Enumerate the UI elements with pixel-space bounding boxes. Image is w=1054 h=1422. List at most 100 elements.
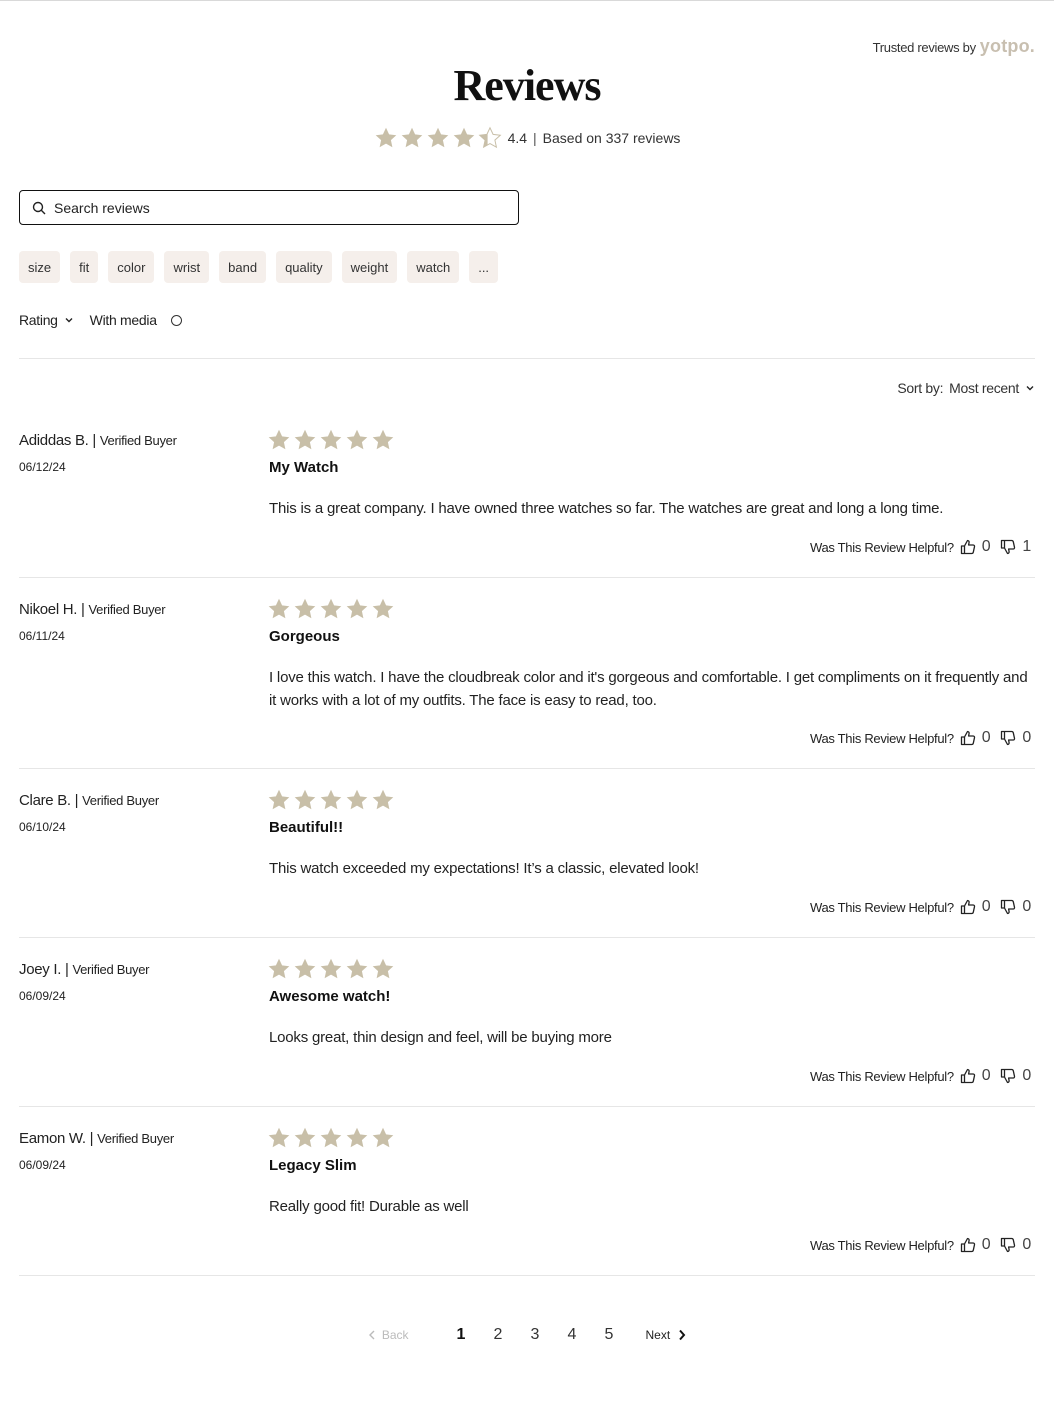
review-stars bbox=[267, 957, 395, 981]
upvote-count: 0 bbox=[981, 729, 991, 746]
page-number-4[interactable]: 4 bbox=[554, 1326, 591, 1344]
chevron-right-icon bbox=[679, 1329, 686, 1341]
star-icon bbox=[293, 788, 317, 812]
review-body: This watch exceeded my expectations! It’… bbox=[269, 860, 699, 877]
chevron-down-icon bbox=[65, 318, 73, 323]
thumbs-up-icon[interactable] bbox=[960, 1068, 976, 1084]
thumbs-down-icon[interactable] bbox=[1000, 899, 1016, 915]
helpful-label: Was This Review Helpful? bbox=[809, 539, 954, 555]
sort-value: Most recent bbox=[949, 380, 1019, 396]
search-box[interactable] bbox=[19, 190, 519, 225]
chevron-down-icon bbox=[1026, 386, 1034, 391]
thumbs-down-icon[interactable] bbox=[1000, 730, 1016, 746]
topic-chip[interactable]: quality bbox=[276, 251, 332, 283]
topic-filter-chips: size fit color wrist band quality weight watch.… bbox=[19, 251, 499, 283]
review-title: Gorgeous bbox=[269, 628, 340, 645]
star-icon bbox=[267, 597, 291, 621]
page-number-5[interactable]: 5 bbox=[591, 1326, 628, 1344]
topic-chip[interactable]: wrist bbox=[164, 251, 210, 283]
thumbs-up-icon[interactable] bbox=[960, 899, 976, 915]
topic-chip[interactable]: fit bbox=[70, 251, 99, 283]
review-title: Beautiful!! bbox=[269, 819, 344, 836]
star-icon bbox=[452, 126, 476, 150]
review-body: Really good fit! Durable as well bbox=[269, 1198, 469, 1215]
page-numbers: 12345 bbox=[443, 1326, 628, 1344]
review-author: Adiddas B. bbox=[19, 432, 89, 449]
star-icon bbox=[478, 126, 502, 150]
with-media-toggle[interactable]: With media bbox=[90, 312, 182, 328]
star-icon bbox=[400, 126, 424, 150]
page-title: Reviews bbox=[453, 61, 602, 110]
review-author: Nikoel H. bbox=[19, 601, 78, 618]
helpful-label: Was This Review Helpful? bbox=[809, 730, 954, 746]
verified-buyer-badge: Verified Buyer bbox=[88, 602, 166, 617]
review-date: 06/11/24 bbox=[19, 629, 65, 643]
downvote-count: 0 bbox=[1022, 898, 1031, 915]
review-author: Clare B. bbox=[19, 792, 71, 809]
star-icon bbox=[426, 126, 450, 150]
review-divider bbox=[19, 768, 1035, 769]
sort-label: Sort by: bbox=[897, 380, 944, 396]
helpful-vote: Was This Review Helpful? 0 0 bbox=[810, 898, 1035, 916]
author-separator: | bbox=[61, 961, 73, 978]
star-icon bbox=[374, 126, 398, 150]
star-icon bbox=[371, 597, 395, 621]
review-divider bbox=[19, 1275, 1035, 1276]
helpful-vote: Was This Review Helpful? 0 1 bbox=[810, 538, 1035, 556]
star-icon bbox=[319, 597, 343, 621]
thumbs-up-icon[interactable] bbox=[960, 1237, 976, 1253]
star-icon bbox=[293, 597, 317, 621]
filter-bar: Rating With media bbox=[19, 312, 182, 328]
author-separator: | bbox=[70, 792, 83, 809]
helpful-vote: Was This Review Helpful? 0 0 bbox=[810, 1236, 1035, 1254]
rating-filter-dropdown[interactable]: Rating bbox=[19, 312, 74, 328]
pagination: Back 12345 Next bbox=[0, 1326, 1054, 1344]
page-number-1[interactable]: 1 bbox=[443, 1326, 480, 1344]
trusted-reviews-badge[interactable]: Trusted reviews by yotpo. bbox=[873, 36, 1035, 57]
topic-chip[interactable]: weight bbox=[341, 251, 398, 283]
thumbs-down-icon[interactable] bbox=[1000, 539, 1016, 555]
thumbs-down-icon[interactable] bbox=[1000, 1068, 1016, 1084]
downvote-count: 1 bbox=[1022, 538, 1031, 555]
helpful-label: Was This Review Helpful? bbox=[809, 899, 954, 915]
helpful-label: Was This Review Helpful? bbox=[809, 1068, 954, 1084]
star-icon bbox=[345, 957, 369, 981]
helpful-vote: Was This Review Helpful? 0 0 bbox=[810, 729, 1035, 747]
thumbs-down-icon[interactable] bbox=[1000, 1237, 1016, 1253]
star-icon bbox=[371, 1126, 395, 1150]
next-label: Next bbox=[645, 1328, 671, 1342]
topic-chip[interactable]: size bbox=[19, 251, 61, 283]
verified-buyer-badge: Verified Buyer bbox=[97, 1131, 174, 1146]
rating-summary: 4.4 | Based on 337 reviews bbox=[0, 126, 1054, 150]
page-number-2[interactable]: 2 bbox=[480, 1326, 517, 1344]
with-media-radio[interactable] bbox=[170, 314, 182, 326]
star-icon bbox=[319, 1126, 343, 1150]
page-number-3[interactable]: 3 bbox=[517, 1326, 554, 1344]
with-media-label: With media bbox=[89, 312, 157, 328]
star-icon bbox=[345, 1126, 369, 1150]
thumbs-up-icon[interactable] bbox=[960, 730, 976, 746]
star-icon bbox=[319, 428, 343, 452]
star-icon bbox=[267, 1126, 291, 1150]
star-icon bbox=[371, 428, 395, 452]
review-stars bbox=[267, 597, 395, 621]
helpful-label: Was This Review Helpful? bbox=[809, 1237, 954, 1253]
top-divider bbox=[0, 0, 1054, 1]
star-icon bbox=[293, 1126, 317, 1150]
review-author-line: Joey I. | Verified Buyer bbox=[19, 961, 149, 978]
verified-buyer-badge: Verified Buyer bbox=[72, 962, 150, 977]
topic-chip[interactable]: color bbox=[108, 251, 155, 283]
search-input[interactable] bbox=[54, 199, 518, 216]
topic-chip[interactable]: ... bbox=[469, 251, 499, 283]
topic-chip[interactable]: band bbox=[219, 251, 267, 283]
topic-chip[interactable]: watch bbox=[407, 251, 460, 283]
downvote-count: 0 bbox=[1022, 1236, 1031, 1253]
back-label: Back bbox=[381, 1328, 409, 1342]
review-date: 06/09/24 bbox=[19, 989, 66, 1003]
sort-dropdown[interactable]: Sort by: Most recent bbox=[897, 380, 1035, 396]
next-button[interactable]: Next bbox=[646, 1328, 687, 1342]
yotpo-logo: yotpo. bbox=[979, 36, 1035, 56]
star-icon bbox=[267, 428, 291, 452]
back-button[interactable]: Back bbox=[368, 1328, 409, 1342]
thumbs-up-icon[interactable] bbox=[960, 539, 976, 555]
